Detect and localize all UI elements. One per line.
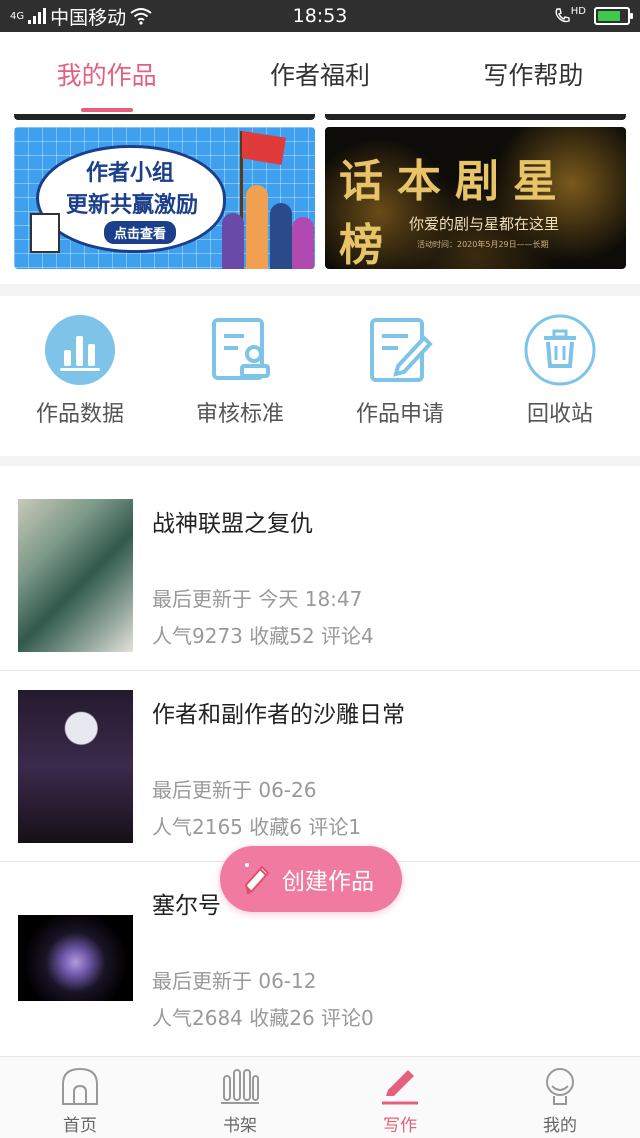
nav-profile[interactable]: 我的: [480, 1057, 640, 1138]
work-updated: 最后更新于 今天 18:47: [152, 587, 363, 611]
work-updated: 最后更新于 06-26: [152, 778, 317, 802]
menu-label: 作品申请: [355, 402, 444, 427]
section-divider: [0, 284, 640, 296]
tab-label: 写作帮助: [483, 61, 584, 90]
banner-subtitle: 你爱的剧与星都在这里: [409, 215, 560, 233]
banner-author-group[interactable]: 作者小组 更新共赢激励 点击查看: [14, 127, 315, 269]
tab-label: 我的作品: [56, 61, 157, 90]
review-stamp-icon: [204, 314, 276, 386]
banner-line2: 更新共赢激励: [66, 193, 199, 218]
work-item[interactable]: 作者和副作者的沙雕日常 最后更新于 06-26 人气2165 收藏6 评论1: [0, 671, 640, 862]
tab-my-works[interactable]: 我的作品: [0, 32, 213, 116]
work-cover[interactable]: [18, 915, 133, 1001]
menu-item-work-application[interactable]: 作品申请: [320, 296, 480, 456]
work-stats: 人气2684 收藏26 评论0: [152, 1006, 374, 1030]
menu-label: 回收站: [526, 402, 593, 427]
nav-bookshelf[interactable]: 书架: [160, 1057, 320, 1138]
banner-row: 作者小组 更新共赢激励 点击查看 话本剧星榜 你爱的剧与星都在这里 活动时间：2…: [14, 127, 626, 269]
active-tab-indicator: [80, 108, 133, 112]
banner-view-button[interactable]: 点击查看: [104, 221, 177, 244]
banner-drama-star-ranking[interactable]: 话本剧星榜 你爱的剧与星都在这里 活动时间：2020年5月29日——长期: [325, 127, 626, 269]
nav-write[interactable]: 写作: [320, 1057, 480, 1138]
nav-label: 首页: [63, 1116, 97, 1136]
banner-line1: 作者小组: [86, 161, 175, 186]
work-title: 作者和副作者的沙雕日常: [152, 702, 405, 728]
tab-label: 作者福利: [269, 61, 370, 90]
battery-level: [598, 11, 621, 21]
banner-strip-partial: [14, 114, 626, 120]
works-list: 战神联盟之复仇 最后更新于 今天 18:47 人气9273 收藏52 评论4 作…: [0, 480, 640, 1053]
bar-chart-icon: [44, 314, 116, 386]
battery-icon: [594, 7, 633, 25]
cartoon-person: [292, 217, 314, 269]
create-work-label: 创建作品: [282, 869, 374, 895]
flag-icon: [242, 131, 286, 165]
status-bar: 4G 中国移动 18:53 HD: [0, 0, 640, 32]
pen-icon: [378, 1065, 422, 1107]
clipboard-icon: [30, 213, 60, 253]
bottom-nav: 首页 书架 写作 我的: [0, 1056, 640, 1138]
quick-menu: 作品数据 审核标准 作品申请 回收站: [0, 296, 640, 456]
cartoon-person: [246, 185, 268, 269]
profile-icon: [538, 1065, 582, 1107]
tab-writing-help[interactable]: 写作帮助: [427, 32, 640, 116]
cartoon-person: [270, 203, 292, 269]
menu-item-work-data[interactable]: 作品数据: [0, 296, 160, 456]
menu-item-review-standards[interactable]: 审核标准: [160, 296, 320, 456]
trash-icon: [524, 314, 596, 386]
edit-document-icon: [364, 314, 436, 386]
bookshelf-icon: [218, 1065, 262, 1107]
menu-label: 审核标准: [195, 402, 284, 427]
nav-label: 书架: [223, 1116, 257, 1136]
work-item[interactable]: 战神联盟之复仇 最后更新于 今天 18:47 人气9273 收藏52 评论4: [0, 480, 640, 671]
clock: 18:53: [292, 5, 348, 27]
banner-headline: 话本剧星榜: [339, 156, 571, 269]
work-stats: 人气2165 收藏6 评论1: [152, 815, 362, 839]
work-title: 战神联盟之复仇: [152, 511, 313, 537]
menu-label: 作品数据: [35, 402, 124, 427]
work-updated: 最后更新于 06-12: [152, 969, 317, 993]
section-divider: [0, 456, 640, 466]
banner-note: 活动时间：2020年5月29日——长期: [417, 240, 549, 249]
cartoon-person: [222, 213, 244, 269]
top-tabs: 我的作品 作者福利 写作帮助: [0, 32, 640, 116]
home-icon: [58, 1065, 102, 1107]
tab-author-benefits[interactable]: 作者福利: [213, 32, 426, 116]
work-stats: 人气9273 收藏52 评论4: [152, 624, 374, 648]
nav-label: 写作: [383, 1116, 417, 1136]
nav-label: 我的: [543, 1116, 577, 1136]
pencil-icon: [244, 863, 270, 895]
menu-item-recycle-bin[interactable]: 回收站: [480, 296, 640, 456]
create-work-button[interactable]: 创建作品: [220, 846, 402, 912]
work-cover[interactable]: [18, 690, 133, 843]
work-cover[interactable]: [18, 499, 133, 652]
work-title: 塞尔号: [152, 893, 221, 919]
nav-home[interactable]: 首页: [0, 1057, 160, 1138]
